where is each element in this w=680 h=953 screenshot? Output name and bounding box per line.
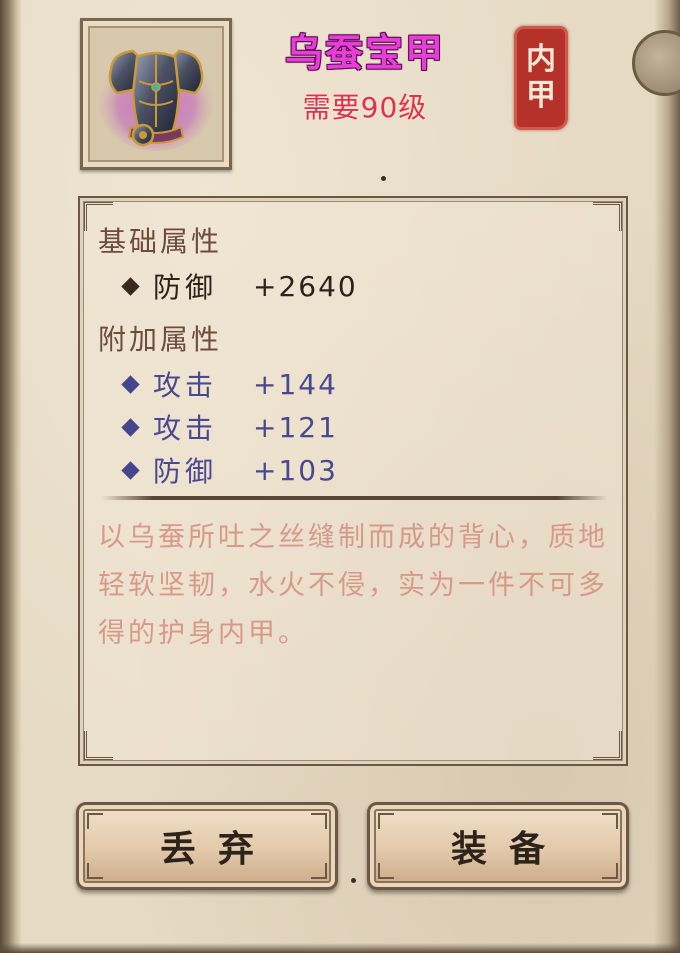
frame-corner (593, 202, 622, 231)
section-divider (102, 496, 608, 500)
seal-char-2: 甲 (526, 78, 556, 113)
attribute-value: +2640 (253, 269, 358, 303)
button-corner (602, 863, 618, 879)
seal-char-1: 内 (526, 42, 556, 77)
attribute-name: 攻击 (153, 369, 218, 402)
attribute-value: +144 (253, 367, 338, 401)
discard-button-label: 丢弃 (159, 828, 276, 870)
extra-attribute-row: 攻击 +144 (120, 364, 338, 404)
attribute-name: 防御 (153, 271, 218, 304)
attribute-value: +121 (253, 410, 338, 444)
item-description: 以乌蚕所吐之丝缝制而成的背心，质地轻软坚韧，水火不侵，实为一件不可多得的护身内甲… (98, 522, 608, 649)
level-requirement: 需要90级 (302, 91, 428, 124)
panel-corner-knob (632, 30, 680, 96)
frame-corner (593, 731, 622, 760)
panel-bottom-border (0, 943, 680, 953)
item-name: 乌蚕宝甲 (284, 31, 445, 75)
attribute-value: +103 (253, 453, 338, 487)
item-icon-slot[interactable] (80, 18, 232, 170)
base-attribute-row: 防御 +2640 (120, 266, 358, 306)
button-corner (311, 813, 327, 829)
panel-right-border (654, 0, 680, 953)
button-corner (87, 813, 103, 829)
item-type-seal: 内 甲 (514, 26, 568, 130)
equip-button-label: 装备 (450, 828, 567, 870)
decor-dot (381, 176, 386, 181)
button-corner (378, 863, 394, 879)
panel-left-border (0, 0, 22, 953)
extra-attribute-row: 防御 +103 (120, 450, 338, 490)
diamond-bullet-icon (121, 460, 140, 480)
extra-attributes-title: 附加属性 (98, 323, 223, 356)
button-corner (87, 863, 103, 879)
decor-dot (351, 878, 356, 883)
extra-attribute-row: 攻击 +121 (120, 407, 338, 447)
attribute-name: 防御 (153, 455, 218, 488)
diamond-bullet-icon (121, 417, 140, 437)
attribute-name: 攻击 (153, 412, 218, 445)
base-attributes-title: 基础属性 (98, 225, 223, 258)
button-corner (311, 863, 327, 879)
discard-button[interactable]: 丢弃 (76, 802, 338, 890)
armor-vest-icon (98, 49, 214, 151)
equip-button[interactable]: 装备 (367, 802, 629, 890)
button-corner (602, 813, 618, 829)
button-corner (378, 813, 394, 829)
item-info-box: 基础属性 防御 +2640 附加属性 攻击 +144 攻击 +121 防御 +1… (78, 196, 628, 766)
frame-corner (84, 731, 113, 760)
item-detail-panel: 乌蚕宝甲 需要90级 内 甲 基础属性 防御 +2640 附加属性 攻击 +14… (0, 0, 680, 953)
diamond-bullet-icon (121, 374, 140, 394)
diamond-bullet-icon (121, 276, 140, 296)
